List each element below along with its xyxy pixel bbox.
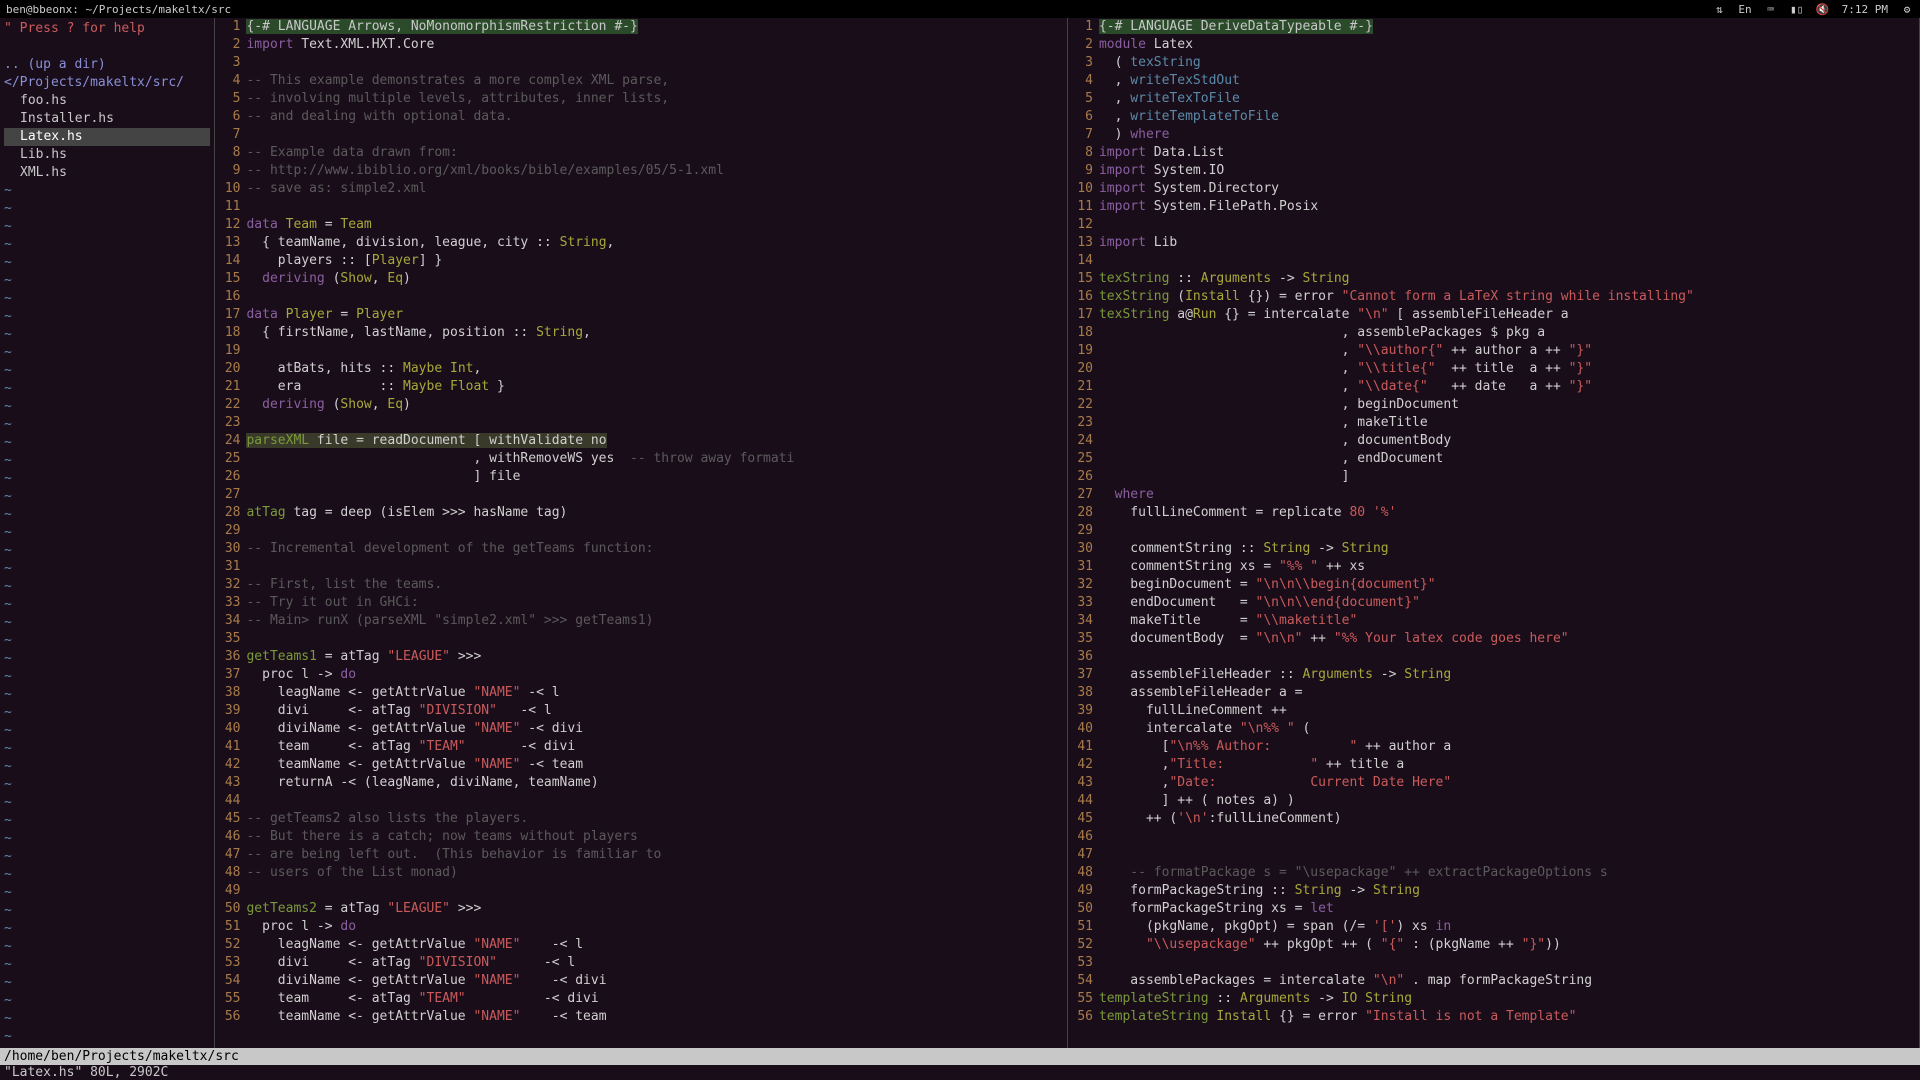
left-line-numbers: 1 2 3 4 5 6 7 8 9 10 11 12 13 14 15 16 1… <box>215 18 246 1048</box>
file-foo-hs[interactable]: foo.hs <box>4 92 210 110</box>
file-Installer-hs[interactable]: Installer.hs <box>4 110 210 128</box>
right-code-area[interactable]: {-# LANGUAGE DeriveDataTypeable #-}modul… <box>1099 18 1919 1048</box>
battery-icon[interactable]: ▮▯ <box>1790 3 1804 16</box>
file-XML-hs[interactable]: XML.hs <box>4 164 210 182</box>
vim-messageline: "Latex.hs" 80L, 2902C <box>0 1065 1920 1080</box>
window-title: ben@bbeonx: ~/Projects/makeltx/src <box>6 3 231 16</box>
file-Latex-hs[interactable]: Latex.hs <box>4 128 210 146</box>
file-Lib-hs[interactable]: Lib.hs <box>4 146 210 164</box>
desktop-statusbar: ben@bbeonx: ~/Projects/makeltx/src ⇅ En … <box>0 0 1920 18</box>
nerdtree-path[interactable]: </Projects/makeltx/src/ <box>4 74 210 92</box>
vim-statusline: /home/ben/Projects/makeltx/src <box>0 1048 1920 1065</box>
keyboard-layout[interactable]: En <box>1738 3 1751 16</box>
settings-icon[interactable]: ⚙ <box>1900 3 1914 16</box>
left-editor-pane[interactable]: 1 2 3 4 5 6 7 8 9 10 11 12 13 14 15 16 1… <box>215 18 1068 1048</box>
network-icon[interactable]: ⇅ <box>1712 3 1726 16</box>
keyboard-icon[interactable]: ⌨ <box>1764 3 1778 16</box>
right-editor-pane[interactable]: 1 2 3 4 5 6 7 8 9 10 11 12 13 14 15 16 1… <box>1068 18 1920 1048</box>
nerdtree-sidebar[interactable]: " Press ? for help .. (up a dir) </Proje… <box>0 18 215 1048</box>
left-code-area[interactable]: {-# LANGUAGE Arrows, NoMonomorphismRestr… <box>246 18 1066 1048</box>
clock: 7:12 PM <box>1842 3 1888 16</box>
right-line-numbers: 1 2 3 4 5 6 7 8 9 10 11 12 13 14 15 16 1… <box>1068 18 1099 1048</box>
nerdtree-help: " Press ? for help <box>4 20 210 38</box>
volume-icon[interactable]: 🔇 <box>1816 3 1830 16</box>
vim-editor: " Press ? for help .. (up a dir) </Proje… <box>0 18 1920 1048</box>
nerdtree-updir[interactable]: .. (up a dir) <box>4 56 210 74</box>
